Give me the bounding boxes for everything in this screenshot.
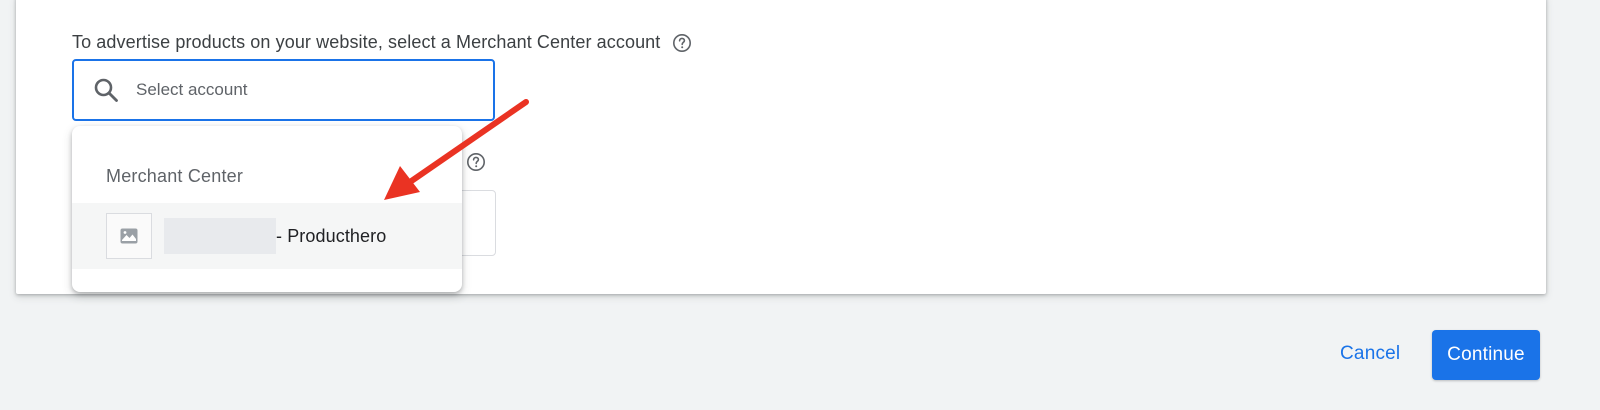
merchant-field-label: To advertise products on your website, s… (72, 32, 661, 52)
search-icon (94, 78, 118, 102)
merchant-field-label-row: To advertise products on your website, s… (72, 32, 692, 53)
dropdown-item-label: - Producthero (276, 225, 387, 246)
redacted-account-name (164, 218, 276, 254)
cancel-button[interactable]: Cancel (1330, 330, 1410, 378)
image-placeholder-icon (106, 213, 152, 259)
help-circle-icon[interactable] (672, 33, 692, 53)
annotation-arrow (384, 99, 529, 200)
continue-button[interactable]: Continue (1432, 330, 1540, 380)
dropdown-heading: Merchant Center (106, 166, 244, 186)
